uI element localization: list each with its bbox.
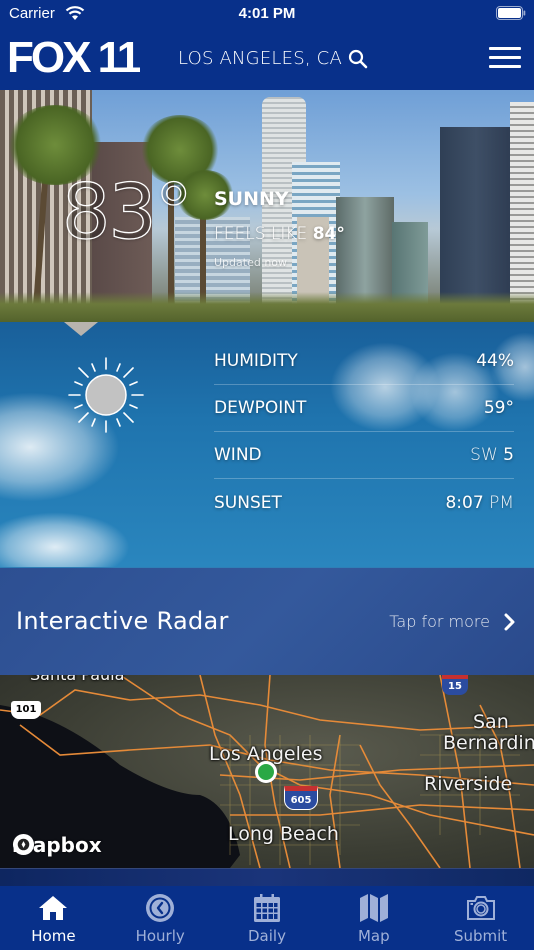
stat-row-wind: WIND SW 5 <box>214 432 514 479</box>
highway-shield-605: 605 <box>284 786 318 810</box>
updated-label: Updated now <box>214 256 288 269</box>
stat-row-sunset: SUNSET 8:07 PM <box>214 479 514 526</box>
tab-label: Home <box>31 927 76 945</box>
tree-line <box>0 292 534 322</box>
radar-map[interactable]: Santa Paula Los Angeles Long Beach San B… <box>0 675 534 868</box>
fox11-logo[interactable]: FOX 11 <box>7 36 141 80</box>
status-time: 4:01 PM <box>238 5 296 22</box>
tab-label: Hourly <box>135 927 185 945</box>
search-icon <box>348 49 368 68</box>
tab-daily[interactable]: Daily <box>214 886 321 950</box>
status-bar: Carrier 4:01 PM <box>0 0 534 28</box>
location-search-button[interactable]: LOS ANGELES, CA <box>178 48 368 69</box>
tab-label: Daily <box>248 927 286 945</box>
tap-for-more-label: Tap for more <box>389 612 490 631</box>
mapbox-logo-icon <box>12 833 35 856</box>
menu-bar <box>489 65 521 68</box>
sunset-time: 8:07 <box>445 492 484 513</box>
camera-icon <box>466 896 495 920</box>
mapbox-attribution[interactable]: mapbox <box>12 833 102 857</box>
current-temperature: 83° <box>61 173 193 250</box>
clock-icon <box>146 894 175 922</box>
home-icon <box>39 896 68 920</box>
hamburger-menu-icon[interactable] <box>489 47 521 71</box>
stat-label: DEWPOINT <box>214 398 307 418</box>
map-label-long-beach: Long Beach <box>228 823 339 845</box>
stat-label: HUMIDITY <box>214 351 298 371</box>
wind-speed: 5 <box>503 445 514 465</box>
interactive-radar-banner[interactable]: Interactive Radar Tap for more <box>0 567 534 675</box>
highway-shield-15: 15 <box>442 675 468 695</box>
temperature-value: 83° <box>61 167 193 256</box>
conditions-panel: HUMIDITY 44% DEWPOINT 59° WIND SW 5 SUNS… <box>0 322 534 567</box>
building-image <box>510 102 534 322</box>
radar-title: Interactive Radar <box>16 607 229 635</box>
chevron-right-icon <box>504 613 515 630</box>
tap-for-more-link[interactable]: Tap for more <box>389 612 516 631</box>
stat-label: SUNSET <box>214 492 282 513</box>
map-label-santa-paula: Santa Paula <box>30 675 124 684</box>
tab-label: Submit <box>453 927 508 945</box>
stat-value: 8:07 PM <box>445 493 514 513</box>
feels-like-value: 84° <box>312 224 345 244</box>
dewpoint-value: 59° <box>483 398 514 418</box>
tab-hourly[interactable]: Hourly <box>107 886 214 950</box>
bottom-strip <box>0 868 534 886</box>
sun-icon <box>68 357 144 433</box>
stat-label: WIND <box>214 445 262 465</box>
location-label: LOS ANGELES, CA <box>178 48 342 69</box>
map-icon <box>359 894 388 922</box>
cloud-decoration <box>0 512 130 567</box>
stat-value: SW 5 <box>470 445 514 465</box>
hero-current-conditions: 83° SUNNY FEELS LIKE 84° Updated now <box>0 90 534 322</box>
map-label-san: San <box>473 711 509 733</box>
tab-submit[interactable]: Submit <box>427 886 534 950</box>
app-header: FOX 11 LOS ANGELES, CA <box>0 28 534 90</box>
location-marker[interactable] <box>255 761 277 783</box>
shield-number: 15 <box>448 681 462 692</box>
stat-row-humidity: HUMIDITY 44% <box>214 338 514 385</box>
stat-value: 44% <box>476 351 514 371</box>
feels-like-label: FEELS LIKE <box>214 224 308 244</box>
shield-number: 101 <box>15 704 37 715</box>
stat-row-dewpoint: DEWPOINT 59° <box>214 385 514 432</box>
menu-bar <box>489 56 521 59</box>
battery-icon <box>496 6 526 20</box>
highway-shield-101: 101 <box>11 701 41 719</box>
sunset-ampm: PM <box>489 492 514 513</box>
map-label-riverside: Riverside <box>424 773 513 795</box>
tab-bar: Home Hourly Daily Map Submit <box>0 886 534 950</box>
calendar-icon <box>253 894 280 922</box>
stats-list: HUMIDITY 44% DEWPOINT 59° WIND SW 5 SUNS… <box>214 338 514 526</box>
condition-label: SUNNY <box>214 188 289 210</box>
tab-map[interactable]: Map <box>320 886 427 950</box>
map-label-bernardino: Bernardino <box>443 732 534 754</box>
tab-home[interactable]: Home <box>0 886 107 950</box>
humidity-value: 44% <box>476 351 514 371</box>
wind-direction: SW <box>470 445 498 465</box>
feels-like: FEELS LIKE 84° <box>214 224 345 244</box>
pointer-caret <box>64 322 98 336</box>
menu-bar <box>489 47 521 50</box>
stat-value: 59° <box>484 398 514 418</box>
tab-label: Map <box>357 927 390 945</box>
shield-number: 605 <box>290 795 312 806</box>
